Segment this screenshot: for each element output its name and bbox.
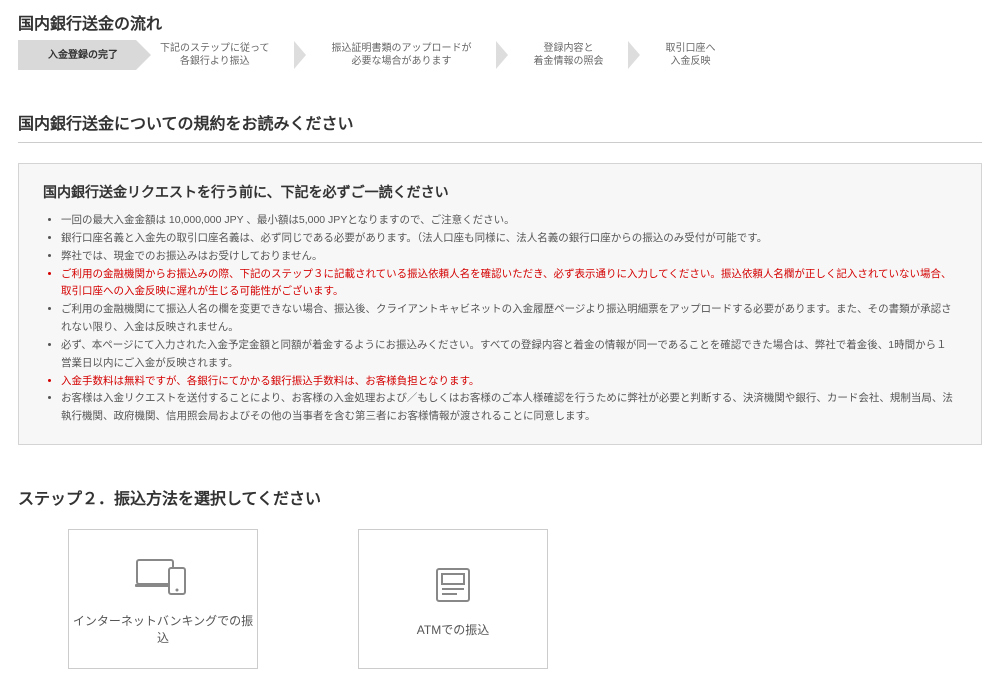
step-3-label: 振込証明書類のアップロードが 必要な場合があります	[332, 42, 472, 68]
transfer-options: インターネットバンキングでの振込 ATMでの振込	[18, 529, 982, 669]
terms-item: お客様は入金リクエストを送付することにより、お客様の入金処理および／もしくはお客…	[61, 390, 957, 426]
step-1-label: 入金登録の完了	[48, 49, 118, 62]
step-2: 下記のステップに従って 各銀行より振込	[136, 40, 284, 70]
step-1: 入金登録の完了	[18, 40, 136, 70]
option-internet-banking[interactable]: インターネットバンキングでの振込	[68, 529, 258, 669]
terms-item: 入金手数料は無料ですが、各銀行にてかかる銀行振込手数料は、お客様負担となります。	[61, 373, 957, 391]
step-5: 取引口座へ 入金反映	[642, 40, 730, 70]
atm-icon	[433, 560, 473, 610]
chevron-icon	[628, 41, 640, 69]
terms-subtitle: 国内銀行送金リクエストを行う前に、下記を必ずご一読ください	[43, 182, 957, 202]
step-3: 振込証明書類のアップロードが 必要な場合があります	[308, 40, 486, 70]
chevron-icon	[496, 41, 508, 69]
step-4: 登録内容と 着金情報の照会	[510, 40, 618, 70]
terms-item: 弊社では、現金でのお振込みはお受けしておりません。	[61, 248, 957, 266]
terms-item: ご利用の金融機関にて振込人名の欄を変更できない場合、振込後、クライアントキャビネ…	[61, 301, 957, 337]
terms-item: 一回の最大入金金額は 10,000,000 JPY 、最小額は5,000 JPY…	[61, 212, 957, 230]
terms-item: ご利用の金融機関からお振込みの際、下記のステップ３に記載されている振込依頼人名を…	[61, 266, 957, 302]
step-2-label: 下記のステップに従って 各銀行より振込	[160, 42, 270, 68]
step-5-label: 取引口座へ 入金反映	[666, 42, 716, 68]
terms-section-title: 国内銀行送金についての規約をお読みください	[18, 110, 982, 134]
option-atm[interactable]: ATMでの振込	[358, 529, 548, 669]
terms-item: 銀行口座名義と入金先の取引口座名義は、必ず同じである必要があります。（法人口座も…	[61, 230, 957, 248]
step-4-label: 登録内容と 着金情報の照会	[534, 42, 604, 68]
terms-box: 国内銀行送金リクエストを行う前に、下記を必ずご一読ください 一回の最大入金金額は…	[18, 163, 982, 445]
chevron-icon	[294, 41, 306, 69]
option-atm-label: ATMでの振込	[417, 622, 489, 639]
devices-icon	[135, 551, 191, 601]
terms-item: 必ず、本ページにて入力された入金予定金額と同額が着金するようにお振込みください。…	[61, 337, 957, 373]
step2-title: ステップ２．振込方法を選択してください	[18, 485, 982, 509]
progress-stepbar: 入金登録の完了 下記のステップに従って 各銀行より振込 振込証明書類のアップロー…	[18, 40, 982, 70]
flow-title: 国内銀行送金の流れ	[18, 10, 982, 34]
option-internet-label: インターネットバンキングでの振込	[69, 613, 257, 647]
terms-list: 一回の最大入金金額は 10,000,000 JPY 、最小額は5,000 JPY…	[43, 212, 957, 426]
divider	[18, 142, 982, 143]
